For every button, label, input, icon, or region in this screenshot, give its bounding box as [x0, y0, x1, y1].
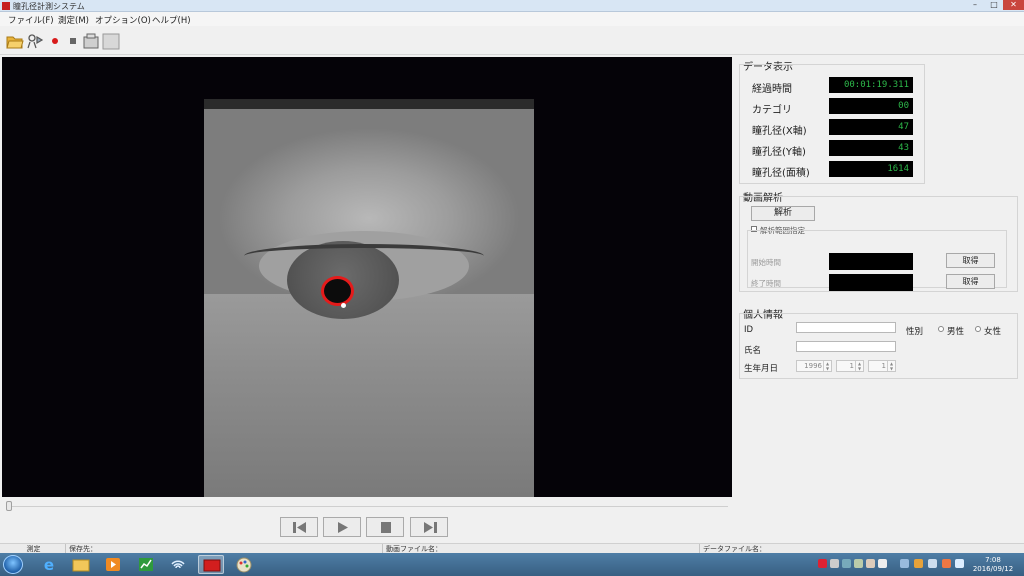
alert-tray-icon[interactable] — [818, 559, 827, 568]
birth-day-stepper[interactable]: 1 ▲ ▼ — [868, 360, 896, 372]
fast-forward-icon — [424, 522, 437, 533]
birth-month-value: 1 — [849, 362, 854, 370]
record-icon[interactable] — [46, 32, 64, 50]
get-start-time-button[interactable]: 取得 — [946, 253, 995, 268]
id-label: ID — [744, 325, 754, 335]
analyze-button[interactable]: 解析 — [751, 206, 815, 221]
svg-text:e: e — [44, 556, 54, 574]
elapsed-time-value: 00:01:19.311 — [829, 77, 913, 93]
birth-month-stepper[interactable]: 1 ▲ ▼ — [836, 360, 864, 372]
pupil-area-label: 瞳孔径(面積) — [752, 168, 810, 179]
corneal-glint — [341, 303, 346, 308]
end-time-label: 終了時間 — [751, 279, 781, 288]
menu-help[interactable]: ヘルプ(H) — [152, 14, 191, 26]
tray-icon-b[interactable] — [842, 559, 851, 568]
male-radio[interactable] — [938, 326, 944, 332]
pupil-app-taskbar-icon[interactable] — [198, 555, 224, 574]
pupil-y-value: 43 — [829, 140, 913, 156]
menu-measure[interactable]: 測定(M) — [58, 14, 89, 26]
capture-icon[interactable] — [82, 32, 100, 50]
gender-label: 性別 — [906, 327, 924, 337]
birth-year-stepper[interactable]: 1996 ▲ ▼ — [796, 360, 832, 372]
help-tray-icon[interactable] — [878, 559, 887, 568]
seek-track[interactable] — [8, 506, 728, 507]
birth-day-value: 1 — [881, 362, 886, 370]
menu-options[interactable]: オプション(O) — [95, 14, 151, 26]
file-explorer-icon[interactable] — [68, 555, 94, 574]
lower-eyelid-skin — [204, 294, 534, 497]
window-title: 瞳孔径計測システム — [13, 2, 85, 11]
category-value: 00 — [829, 98, 913, 114]
play-icon — [338, 522, 348, 533]
flag-tray-icon[interactable] — [914, 559, 923, 568]
app-icon — [2, 2, 10, 10]
category-label: カテゴリ — [752, 105, 792, 116]
end-time-display — [829, 274, 913, 291]
birth-year-value: 1996 — [804, 362, 822, 370]
tray-icon-c[interactable] — [854, 559, 863, 568]
stop-square-icon — [381, 522, 391, 533]
pupil-x-label: 瞳孔径(X軸) — [752, 126, 807, 137]
chart-app-icon[interactable] — [133, 555, 159, 574]
grid-icon[interactable] — [102, 32, 120, 50]
dob-label: 生年月日 — [744, 364, 779, 374]
menu-bar: ファイル(F) 測定(M) オプション(O) ヘルプ(H) — [0, 12, 1024, 26]
tray-icon-d[interactable] — [866, 559, 875, 568]
media-player-icon[interactable] — [100, 555, 126, 574]
name-input[interactable] — [796, 341, 896, 352]
eye-video-frame — [204, 99, 534, 497]
stop-button[interactable] — [366, 517, 404, 537]
tray-icon-a[interactable] — [830, 559, 839, 568]
pupil-area-value: 1614 — [829, 161, 913, 177]
spin-arrows-icon[interactable]: ▲ ▼ — [855, 361, 863, 371]
pupil-x-value: 47 — [829, 119, 913, 135]
taskbar: e 7:08 2016/09/12 — [0, 553, 1024, 576]
folder-open-icon[interactable] — [6, 32, 24, 50]
video-panel[interactable] — [2, 57, 732, 497]
maximize-button[interactable]: □ — [985, 0, 1003, 10]
toolbar — [0, 27, 1024, 55]
menu-file[interactable]: ファイル(F) — [8, 14, 54, 26]
stop-icon[interactable] — [65, 32, 83, 50]
power-tray-icon[interactable] — [942, 559, 951, 568]
rewind-button[interactable] — [280, 517, 318, 537]
get-end-time-button[interactable]: 取得 — [946, 274, 995, 289]
start-time-display — [829, 253, 913, 270]
play-button[interactable] — [323, 517, 361, 537]
eye-cup-shadow — [204, 99, 534, 109]
start-button[interactable] — [3, 555, 23, 574]
paint-app-icon[interactable] — [231, 555, 257, 574]
minimize-button[interactable]: – — [965, 0, 985, 10]
spin-arrows-icon[interactable]: ▲ ▼ — [887, 361, 895, 371]
seek-thumb[interactable] — [6, 501, 12, 511]
start-time-label: 開始時間 — [751, 258, 781, 267]
female-radio-label: 女性 — [984, 327, 1002, 337]
pupil-detection-marker — [321, 276, 354, 306]
network-tray-icon[interactable] — [928, 559, 937, 568]
network-app-icon[interactable] — [165, 555, 191, 574]
id-input[interactable] — [796, 322, 896, 333]
clock-date: 2016/09/12 — [972, 565, 1014, 573]
camera-settings-icon[interactable] — [26, 32, 44, 50]
volume-tray-icon[interactable] — [955, 559, 964, 568]
fast-forward-button[interactable] — [410, 517, 448, 537]
spin-arrows-icon[interactable]: ▲ ▼ — [823, 361, 831, 371]
pupil-y-label: 瞳孔径(Y軸) — [752, 147, 806, 158]
internet-explorer-icon[interactable]: e — [36, 555, 62, 574]
title-bar: 瞳孔径計測システム – □ ✕ — [0, 0, 1024, 12]
name-label: 氏名 — [744, 346, 762, 356]
clock-time: 7:08 — [985, 556, 1001, 564]
male-radio-label: 男性 — [947, 327, 965, 337]
taskbar-clock[interactable]: 7:08 2016/09/12 — [968, 556, 1018, 574]
tray-icon-e[interactable] — [900, 559, 909, 568]
rewind-icon — [293, 522, 306, 533]
female-radio[interactable] — [975, 326, 981, 332]
elapsed-time-label: 経過時間 — [752, 84, 792, 95]
status-bar: 測定 保存先： 動画ファイル名： データファイル名： — [0, 543, 1024, 554]
close-button[interactable]: ✕ — [1003, 0, 1024, 10]
eyelash-line — [244, 244, 484, 268]
